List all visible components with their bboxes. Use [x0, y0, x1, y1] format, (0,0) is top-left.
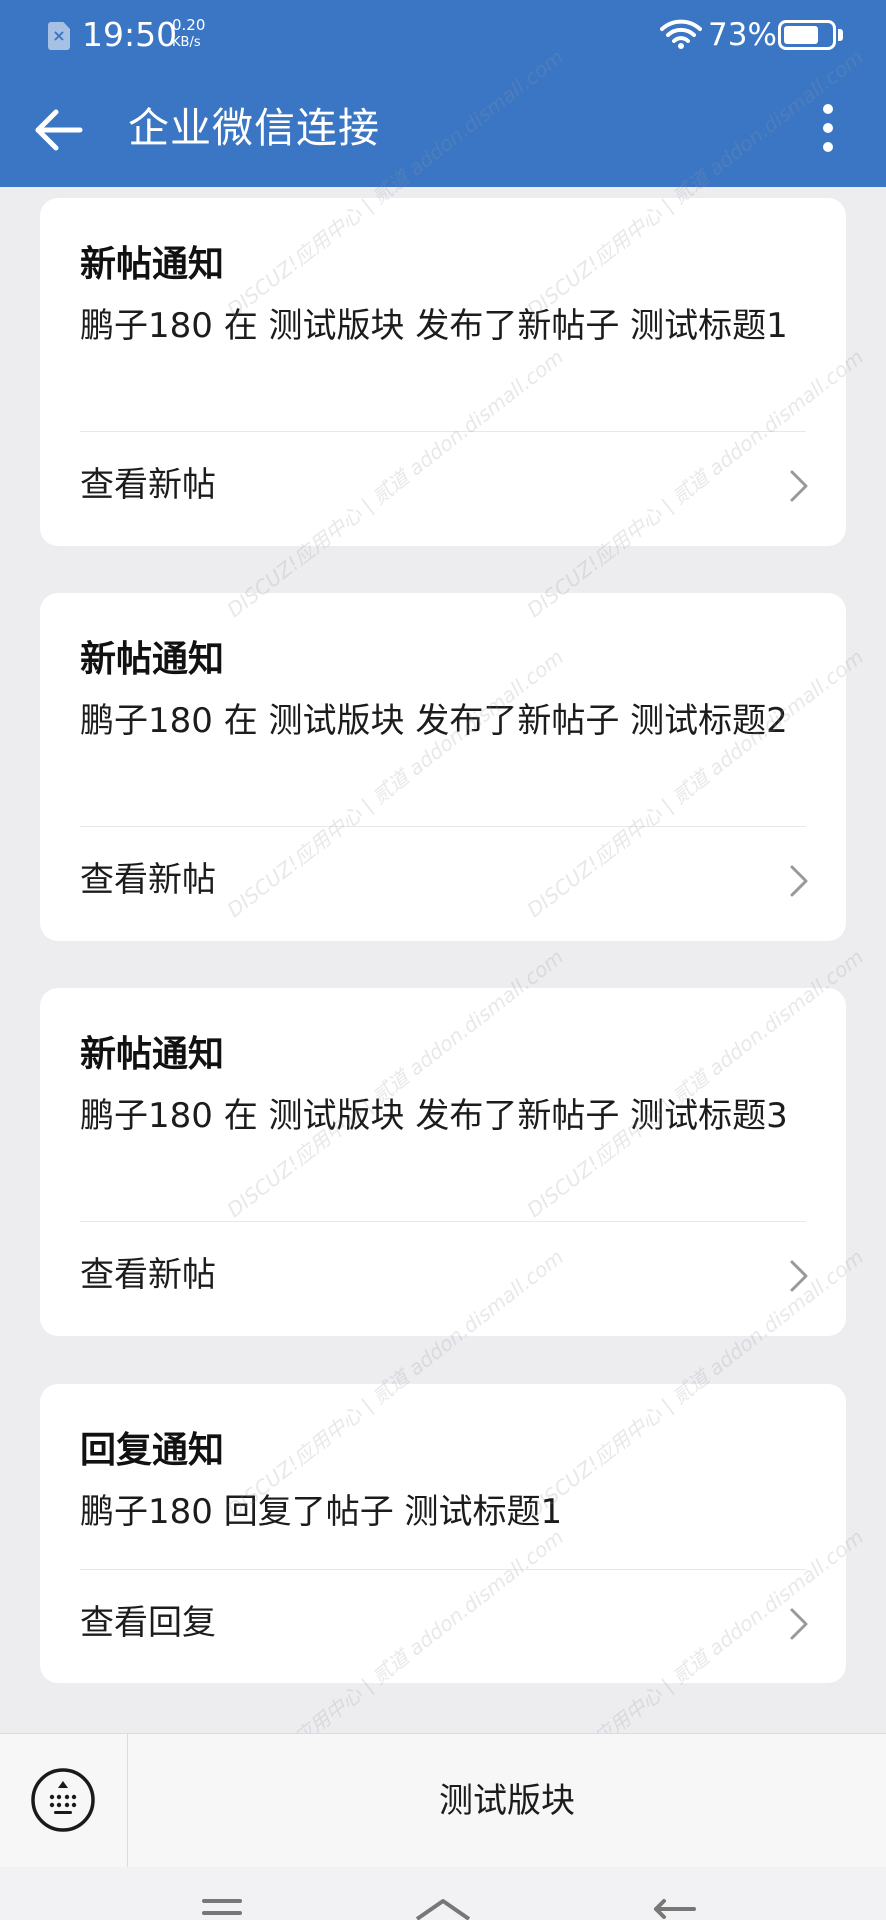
network-speed-value: 0.20 [172, 16, 206, 34]
more-vert-dot [823, 123, 833, 133]
card-message: 鹏子180 在 测试版块 发布了新帖子 测试标题1 [80, 306, 788, 346]
keyboard-toggle-icon[interactable] [30, 1767, 96, 1833]
status-bar: × 19:50 0.20 KB/s 73% [0, 0, 886, 70]
more-options-button[interactable] [800, 96, 856, 160]
card-title: 回复通知 [80, 1430, 225, 1471]
card-message: 鹏子180 回复了帖子 测试标题1 [80, 1492, 563, 1532]
card-message: 鹏子180 在 测试版块 发布了新帖子 测试标题3 [80, 1096, 788, 1136]
wifi-icon [660, 19, 702, 49]
view-post-link[interactable]: 查看新帖 [40, 827, 846, 939]
card-message: 鹏子180 在 测试版块 发布了新帖子 测试标题2 [80, 701, 788, 741]
back-nav-icon[interactable] [650, 1897, 700, 1920]
battery-cap [838, 29, 843, 41]
app-bar: 企业微信连接 [0, 70, 886, 187]
system-nav-bar [0, 1867, 886, 1920]
card-title: 新帖通知 [80, 244, 225, 285]
chevron-right-icon [790, 470, 808, 502]
status-time: 19:50 [82, 15, 178, 54]
battery-icon [778, 20, 836, 50]
card-title: 新帖通知 [80, 1034, 225, 1075]
battery-fill [784, 26, 818, 44]
network-speed-unit: KB/s [172, 35, 201, 50]
view-post-label: 查看新帖 [80, 860, 216, 900]
more-vert-icon [823, 104, 833, 114]
home-icon[interactable] [413, 1897, 473, 1920]
notification-card: 新帖通知 鹏子180 在 测试版块 发布了新帖子 测试标题3 查看新帖 [40, 988, 846, 1336]
menu-icon[interactable] [200, 1897, 244, 1920]
chevron-right-icon [790, 1260, 808, 1292]
menu-item-test-board[interactable]: 测试版块 [128, 1734, 886, 1868]
back-button[interactable] [26, 100, 92, 160]
view-post-link[interactable]: 查看新帖 [40, 432, 846, 544]
notification-card: 新帖通知 鹏子180 在 测试版块 发布了新帖子 测试标题2 查看新帖 [40, 593, 846, 941]
view-reply-link[interactable]: 查看回复 [40, 1570, 846, 1682]
chevron-right-icon [790, 1608, 808, 1640]
battery-percent: 73% [708, 17, 777, 53]
notification-card: 新帖通知 鹏子180 在 测试版块 发布了新帖子 测试标题1 查看新帖 [40, 198, 846, 546]
chevron-right-icon [790, 865, 808, 897]
more-vert-dot [823, 142, 833, 152]
view-post-link[interactable]: 查看新帖 [40, 1222, 846, 1334]
card-title: 新帖通知 [80, 639, 225, 680]
arrow-left-icon [35, 109, 83, 151]
notification-card: 回复通知 鹏子180 回复了帖子 测试标题1 查看回复 [40, 1384, 846, 1683]
bottom-menu-bar: 测试版块 [0, 1733, 886, 1868]
view-post-label: 查看新帖 [80, 1255, 216, 1295]
view-reply-label: 查看回复 [80, 1603, 216, 1643]
no-sim-icon: × [48, 22, 70, 50]
page-title: 企业微信连接 [128, 104, 380, 152]
network-speed: 0.20 KB/s [172, 17, 205, 51]
view-post-label: 查看新帖 [80, 465, 216, 505]
